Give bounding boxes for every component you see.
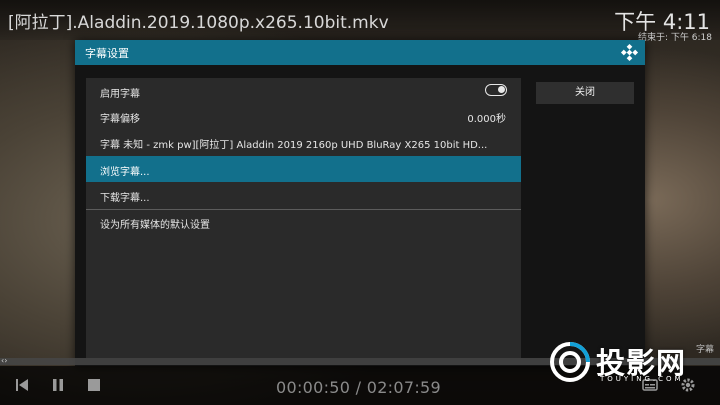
subtitle-offset-row[interactable]: 字幕偏移 0.000秒 — [86, 103, 521, 129]
enable-subtitles-label: 启用字幕 — [100, 89, 140, 100]
close-button[interactable]: 关闭 — [536, 82, 634, 104]
skip-back-icon[interactable] — [14, 377, 30, 393]
dialog-title: 字幕设置 — [85, 47, 129, 60]
browse-subtitles-row[interactable]: 浏览字幕... — [86, 156, 521, 182]
kodi-logo-icon — [620, 43, 639, 62]
touying-watermark: 投影网 TOUYING.COM — [548, 340, 718, 386]
dialog-header: 字幕设置 — [75, 40, 645, 65]
subtitle-track-row[interactable]: 字幕 未知 - zmk pw][阿拉丁] Aladdin 2019 2160p … — [86, 129, 521, 155]
media-filename: [阿拉丁].Aladdin.2019.1080p.x265.10bit.mkv — [8, 13, 389, 33]
subtitle-offset-value: 0.000秒 — [467, 114, 506, 125]
stop-icon[interactable] — [86, 377, 102, 393]
subtitle-settings-dialog: 字幕设置 启用字幕 字幕偏移 0.000秒 字幕 未知 - zmk pw][阿拉… — [75, 40, 645, 366]
osd-top-bar: [阿拉丁].Aladdin.2019.1080p.x265.10bit.mkv … — [0, 0, 720, 43]
enable-subtitles-row[interactable]: 启用字幕 — [86, 78, 521, 104]
subtitle-track-label: 字幕 未知 - zmk pw][阿拉丁] Aladdin 2019 2160p … — [100, 140, 488, 151]
subtitle-offset-label: 字幕偏移 — [100, 114, 140, 125]
ends-at: 结束于: 下午 6:18 — [638, 33, 712, 43]
watermark-domain: TOUYING.COM — [600, 375, 684, 383]
toggle-knob — [498, 86, 505, 93]
time-display: 00:00:50 / 02:07:59 — [276, 378, 441, 397]
browse-subtitles-label: 浏览字幕... — [100, 167, 150, 178]
seek-arrows-icon: ‹› — [1, 356, 8, 365]
set-default-label: 设为所有媒体的默认设置 — [100, 220, 210, 231]
download-subtitles-label: 下载字幕... — [100, 193, 150, 204]
download-subtitles-row[interactable]: 下载字幕... — [86, 182, 521, 208]
set-default-row[interactable]: 设为所有媒体的默认设置 — [86, 209, 521, 235]
settings-list: 启用字幕 字幕偏移 0.000秒 字幕 未知 - zmk pw][阿拉丁] Al… — [86, 78, 521, 358]
enable-subtitles-toggle[interactable] — [485, 84, 507, 96]
pause-icon[interactable] — [50, 377, 66, 393]
touying-logo-icon — [550, 342, 590, 382]
